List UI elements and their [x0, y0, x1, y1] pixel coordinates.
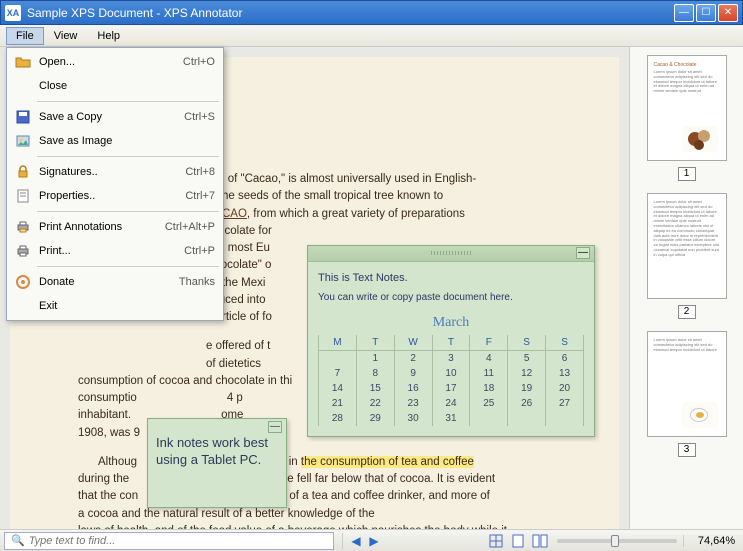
ink-note[interactable]: — Ink notes work best using a Tablet PC. — [147, 418, 287, 508]
floppy-icon — [13, 109, 33, 125]
print-icon — [13, 243, 33, 259]
menu-separator — [37, 266, 219, 267]
minimize-note-button[interactable]: — — [576, 247, 590, 259]
menu-bar: File View Help — [0, 25, 743, 47]
thumbnail-number-3[interactable]: 3 — [678, 443, 696, 457]
menu-print[interactable]: Print... Ctrl+P — [9, 239, 221, 263]
single-page-icon[interactable] — [510, 533, 526, 549]
lock-icon — [13, 164, 33, 180]
print-annotations-icon — [13, 219, 33, 235]
zoom-value: 74,64% — [683, 535, 743, 547]
image-icon — [13, 133, 33, 149]
find-box[interactable]: 🔍 — [4, 532, 334, 550]
thumbnail-2[interactable]: Lorem ipsum dolor sit amet consectetur a… — [647, 193, 727, 299]
menu-open[interactable]: Open... Ctrl+O — [9, 50, 221, 74]
menu-separator — [37, 211, 219, 212]
menu-file[interactable]: File — [6, 27, 44, 45]
properties-icon — [13, 188, 33, 204]
thumbnail-3[interactable]: Lorem ipsum dolor sit amet consectetur a… — [647, 331, 727, 437]
highlight: the consumption of tea and coffee — [301, 456, 474, 468]
status-bar: 🔍 ◀ ▶ 74,64% — [0, 529, 743, 551]
search-icon: 🔍 — [11, 534, 25, 547]
open-icon — [13, 54, 33, 70]
text-note[interactable]: — This is Text Notes. You can write or c… — [307, 245, 595, 437]
file-menu-dropdown: Open... Ctrl+O Close Save a Copy Ctrl+S … — [6, 47, 224, 321]
two-page-icon[interactable] — [532, 533, 548, 549]
text-note-line1: This is Text Notes. — [318, 272, 584, 284]
menu-view[interactable]: View — [44, 27, 88, 45]
thumbnail-number-2[interactable]: 2 — [678, 305, 696, 319]
maximize-button[interactable]: ☐ — [696, 4, 716, 22]
text-note-header[interactable]: — — [308, 246, 594, 262]
menu-help[interactable]: Help — [87, 27, 130, 45]
menu-donate[interactable]: Donate Thanks — [9, 270, 221, 294]
menu-close[interactable]: Close — [9, 74, 221, 98]
menu-print-annotations[interactable]: Print Annotations Ctrl+Alt+P — [9, 215, 221, 239]
find-input[interactable] — [29, 535, 327, 547]
menu-save-image[interactable]: Save as Image — [9, 129, 221, 153]
ink-note-text: Ink notes work best using a Tablet PC. — [156, 435, 268, 467]
calendar: March MTWTFSS 123456 78910111213 1415161… — [318, 315, 584, 426]
menu-save-copy[interactable]: Save a Copy Ctrl+S — [9, 105, 221, 129]
menu-separator — [37, 156, 219, 157]
title-bar: XA Sample XPS Document - XPS Annotator —… — [0, 0, 743, 25]
text-note-line2: You can write or copy paste document her… — [318, 292, 584, 303]
window-title: Sample XPS Document - XPS Annotator — [27, 6, 674, 20]
thumbnail-1[interactable]: Cacao & Chocolate Lorem ipsum dolor sit … — [647, 55, 727, 161]
main-area: Open... Ctrl+O Close Save a Copy Ctrl+S … — [0, 47, 743, 529]
minimize-ink-note-button[interactable]: — — [268, 421, 282, 433]
menu-exit[interactable]: Exit — [9, 294, 221, 318]
minimize-button[interactable]: — — [674, 4, 694, 22]
calendar-title: March — [318, 315, 584, 331]
close-button[interactable]: ✕ — [718, 4, 738, 22]
menu-properties[interactable]: Properties.. Ctrl+7 — [9, 184, 221, 208]
zoom-handle[interactable] — [611, 535, 619, 547]
calendar-header-row: MTWTFSS — [319, 335, 584, 351]
app-icon: XA — [5, 5, 21, 21]
menu-separator — [37, 101, 219, 102]
zoom-slider[interactable] — [557, 539, 677, 543]
next-page-button[interactable]: ▶ — [365, 533, 383, 549]
fit-page-icon[interactable] — [488, 533, 504, 549]
thumbnail-number-1[interactable]: 1 — [678, 167, 696, 181]
menu-signatures[interactable]: Signatures.. Ctrl+8 — [9, 160, 221, 184]
thumbnail-panel: Cacao & Chocolate Lorem ipsum dolor sit … — [629, 47, 743, 529]
donate-icon — [13, 274, 33, 290]
prev-page-button[interactable]: ◀ — [347, 533, 365, 549]
